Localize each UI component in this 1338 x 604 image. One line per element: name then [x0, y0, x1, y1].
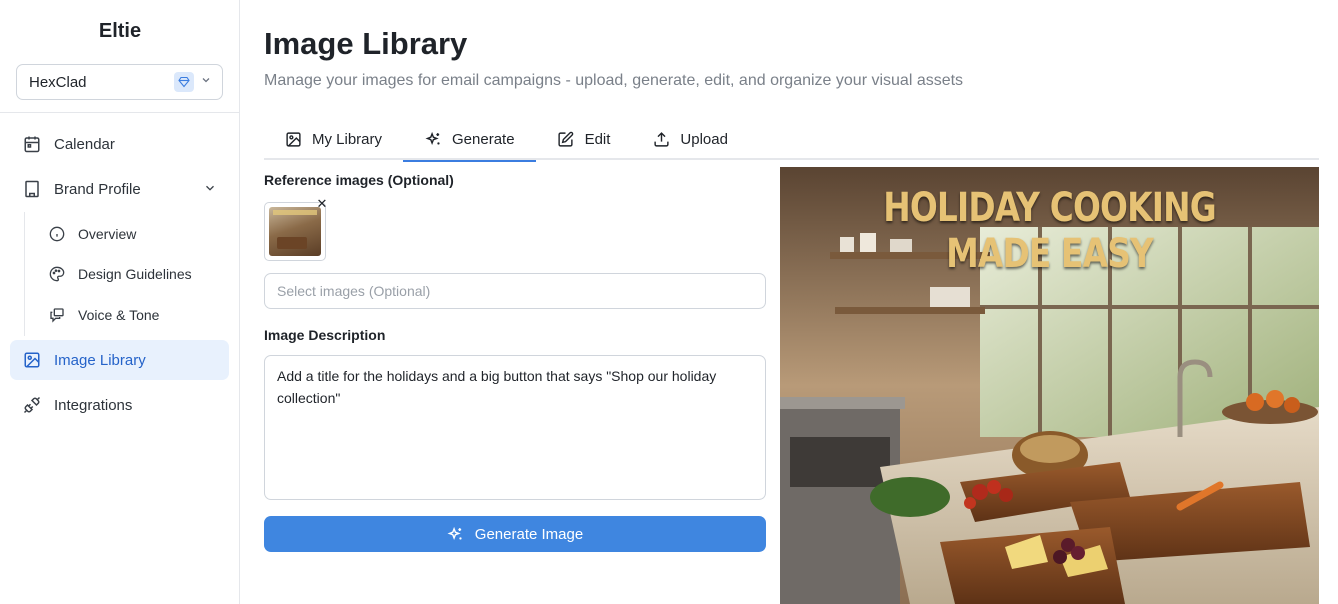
sidebar-item-integrations[interactable]: Integrations	[10, 385, 229, 425]
sidebar-subitem-voice-tone[interactable]: Voice & Tone	[38, 297, 228, 333]
image-icon	[22, 350, 42, 370]
image-icon	[284, 130, 302, 148]
submenu-line	[24, 212, 25, 336]
tab-label: Edit	[584, 130, 611, 148]
edit-icon	[557, 130, 575, 148]
tab-bar: My Library Generate Edit Upload	[264, 118, 1319, 162]
image-description-field[interactable]: Add a title for the holidays and a big b…	[264, 355, 766, 500]
diamond-icon	[174, 72, 194, 92]
message-icon	[48, 306, 66, 324]
app-title: Eltie	[98, 20, 142, 42]
tab-label: Upload	[680, 130, 728, 148]
plug-icon	[22, 395, 42, 415]
tab-generate[interactable]: Generate	[403, 118, 536, 162]
sidebar-item-image-library[interactable]: Image Library	[10, 340, 229, 380]
sparkles-icon	[447, 525, 465, 543]
sidebar-item-calendar[interactable]: Calendar	[10, 124, 229, 164]
sidebar-subitem-design-guidelines[interactable]: Design Guidelines	[38, 256, 228, 292]
sparkles-icon	[424, 130, 442, 148]
sidebar-subitem-overview[interactable]: Overview	[38, 216, 228, 252]
reference-image	[269, 207, 321, 256]
chevron-down-icon[interactable]	[203, 181, 217, 199]
chevron-down-icon	[200, 73, 212, 91]
brand-selector[interactable]: HexClad	[16, 64, 223, 100]
sidebar-item-label: Calendar	[54, 135, 115, 153]
tab-label: Generate	[452, 130, 515, 148]
tab-upload[interactable]: Upload	[631, 118, 749, 160]
tab-label: My Library	[312, 130, 383, 148]
building-icon	[22, 179, 42, 199]
sidebar-divider	[0, 112, 239, 113]
close-icon[interactable]: ✕	[315, 197, 329, 211]
palette-icon	[48, 265, 66, 283]
sidebar-subitem-label: Design Guidelines	[78, 266, 192, 282]
tab-edit[interactable]: Edit	[536, 118, 632, 160]
generate-image-button-label: Generate Image	[474, 525, 584, 543]
sidebar-subitem-label: Overview	[78, 226, 137, 242]
image-description-label: Image Description	[264, 327, 386, 343]
sidebar-item-brand-profile[interactable]: Brand Profile	[10, 169, 229, 209]
tab-my-library[interactable]: My Library	[264, 118, 403, 160]
page-subtitle: Manage your images for email campaigns -…	[264, 72, 964, 89]
brand-selector-value: HexClad	[29, 73, 87, 91]
generated-image-preview[interactable]: HOLIDAY COOKING MADE EASY	[780, 167, 1319, 604]
page-title: Image Library	[264, 26, 468, 61]
generate-image-button[interactable]: Generate Image	[264, 516, 766, 552]
sidebar-subitem-label: Voice & Tone	[78, 307, 160, 323]
info-icon	[48, 225, 66, 243]
upload-icon	[652, 130, 670, 148]
calendar-icon	[22, 134, 42, 154]
reference-images-label: Reference images (Optional)	[264, 172, 454, 188]
sidebar-item-label: Integrations	[54, 396, 133, 414]
sidebar: Eltie HexClad Calendar Brand Profile Ove…	[0, 0, 240, 604]
preview-title-text: HOLIDAY COOKING MADE EASY	[883, 185, 1216, 277]
select-images-input[interactable]: Select images (Optional)	[264, 273, 766, 309]
sidebar-item-label: Brand Profile	[54, 180, 141, 198]
sidebar-item-label: Image Library	[54, 351, 146, 369]
